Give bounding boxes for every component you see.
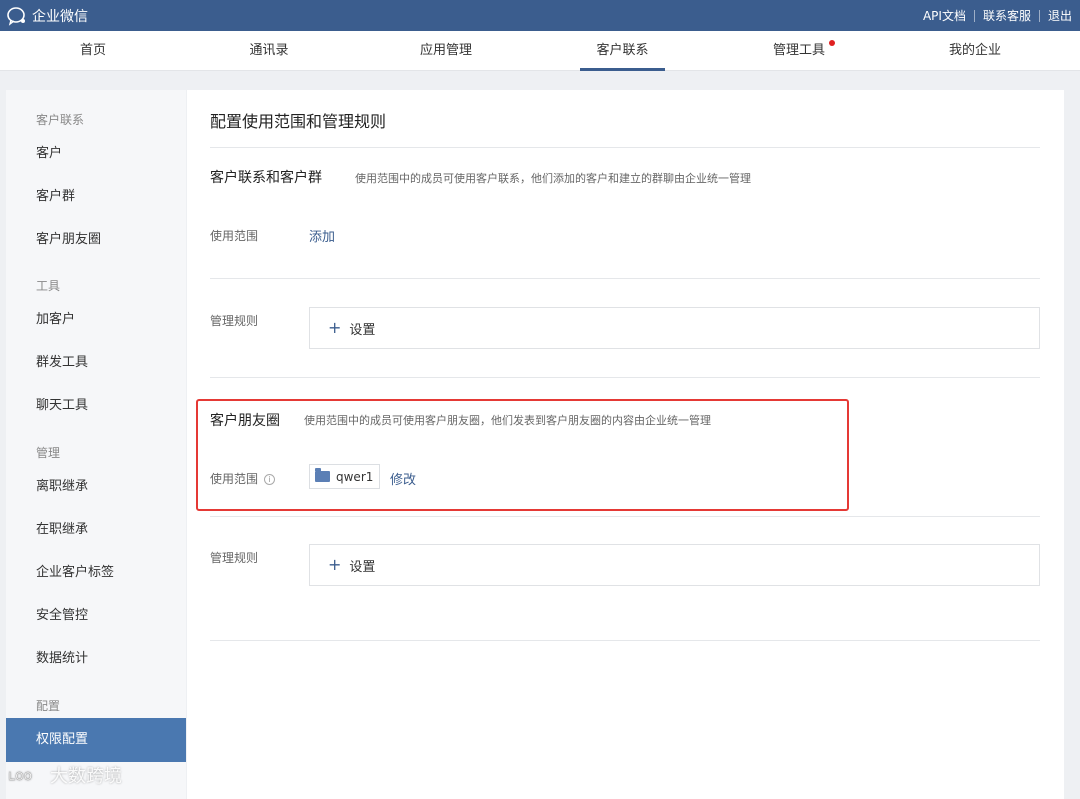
sidebar-group-management: 管理 [36, 446, 61, 460]
sidebar-item-mass-send[interactable]: 群发工具 [6, 341, 186, 385]
svg-text:ʟoo: ʟoo [8, 768, 32, 784]
tab-contacts[interactable]: 通讯录 [237, 31, 301, 71]
rule-label: 管理规则 [210, 551, 259, 565]
divider [210, 147, 1040, 148]
rule-settings-button[interactable]: + 设置 [309, 544, 1040, 586]
main-nav: 首页 通讯录 应用管理 客户联系 管理工具 我的企业 [0, 31, 1080, 71]
sidebar-item-customers[interactable]: 客户 [6, 132, 186, 176]
contact-support-link[interactable]: 联系客服 [975, 7, 1039, 24]
add-scope-link[interactable]: 添加 [309, 226, 335, 245]
brand-logo[interactable]: 企业微信 [6, 6, 88, 26]
plus-icon: + [328, 318, 342, 337]
scope-label-text: 使用范围 [210, 472, 259, 486]
section-desc-customer-moments: 使用范围中的成员可使用客户朋友圈，他们发表到客户朋友圈的内容由企业统一管理 [304, 414, 711, 427]
tab-management-tools[interactable]: 管理工具 [763, 31, 835, 71]
settings-label: 设置 [349, 559, 376, 575]
tab-app-management[interactable]: 应用管理 [409, 31, 483, 71]
scope-chip-label: qwer1 [336, 469, 374, 484]
watermark-text: 大数跨境 [50, 766, 122, 787]
sidebar: 客户联系 客户 客户群 客户朋友圈 工具 加客户 群发工具 聊天工具 管理 离职… [6, 90, 186, 799]
section-title-customer-contact: 客户联系和客户群 [210, 170, 322, 186]
divider [210, 516, 1040, 517]
sidebar-group-tools: 工具 [36, 279, 61, 293]
sidebar-item-security-control[interactable]: 安全管控 [6, 594, 186, 638]
scope-label: 使用范围 i [210, 470, 276, 487]
brand-name: 企业微信 [32, 9, 88, 25]
tab-customer-contact[interactable]: 客户联系 [580, 31, 665, 71]
watermark-logo-icon: ʟoo [8, 768, 32, 784]
tab-my-company[interactable]: 我的企业 [938, 31, 1012, 71]
scope-label: 使用范围 [210, 229, 259, 243]
api-docs-link[interactable]: API文档 [915, 7, 974, 24]
sidebar-item-resigned-inheritance[interactable]: 离职继承 [6, 465, 186, 509]
plus-icon: + [328, 555, 342, 574]
sidebar-group-config: 配置 [36, 699, 61, 713]
settings-label: 设置 [349, 322, 376, 338]
main-panel: 配置使用范围和管理规则 客户联系和客户群 使用范围中的成员可使用客户联系，他们添… [187, 90, 1064, 799]
sidebar-item-permission-config[interactable]: 权限配置 [6, 718, 186, 762]
sidebar-group-customer-contact: 客户联系 [36, 113, 85, 127]
sidebar-item-add-customer[interactable]: 加客户 [6, 298, 186, 342]
rule-settings-button[interactable]: + 设置 [309, 307, 1040, 349]
modify-scope-link[interactable]: 修改 [390, 469, 416, 488]
watermark: ʟoo 大数跨境 [8, 762, 122, 788]
logout-link[interactable]: 退出 [1040, 7, 1080, 24]
section-title-customer-moments: 客户朋友圈 [210, 413, 280, 429]
page-title: 配置使用范围和管理规则 [210, 112, 387, 131]
section-desc-customer-contact: 使用范围中的成员可使用客户联系，他们添加的客户和建立的群聊由企业统一管理 [355, 172, 751, 185]
folder-icon [315, 468, 330, 482]
sidebar-item-customer-moments[interactable]: 客户朋友圈 [6, 218, 186, 262]
divider [210, 640, 1040, 641]
tab-home[interactable]: 首页 [63, 31, 123, 71]
wecom-logo-icon [7, 7, 25, 26]
sidebar-item-chat-tools[interactable]: 聊天工具 [6, 384, 186, 428]
divider [210, 377, 1040, 378]
sidebar-item-data-statistics[interactable]: 数据统计 [6, 637, 186, 681]
top-bar: 企业微信 API文档 联系客服 退出 [0, 0, 1080, 31]
notification-dot [829, 40, 835, 46]
info-icon[interactable]: i [264, 474, 276, 485]
rule-label: 管理规则 [210, 314, 259, 328]
scope-chip: qwer1 [309, 464, 380, 489]
top-links: API文档 联系客服 退出 [915, 0, 1080, 31]
sidebar-item-customer-groups[interactable]: 客户群 [6, 175, 186, 219]
divider [210, 278, 1040, 279]
sidebar-item-active-inheritance[interactable]: 在职继承 [6, 508, 186, 552]
sidebar-item-customer-tags[interactable]: 企业客户标签 [6, 551, 186, 595]
